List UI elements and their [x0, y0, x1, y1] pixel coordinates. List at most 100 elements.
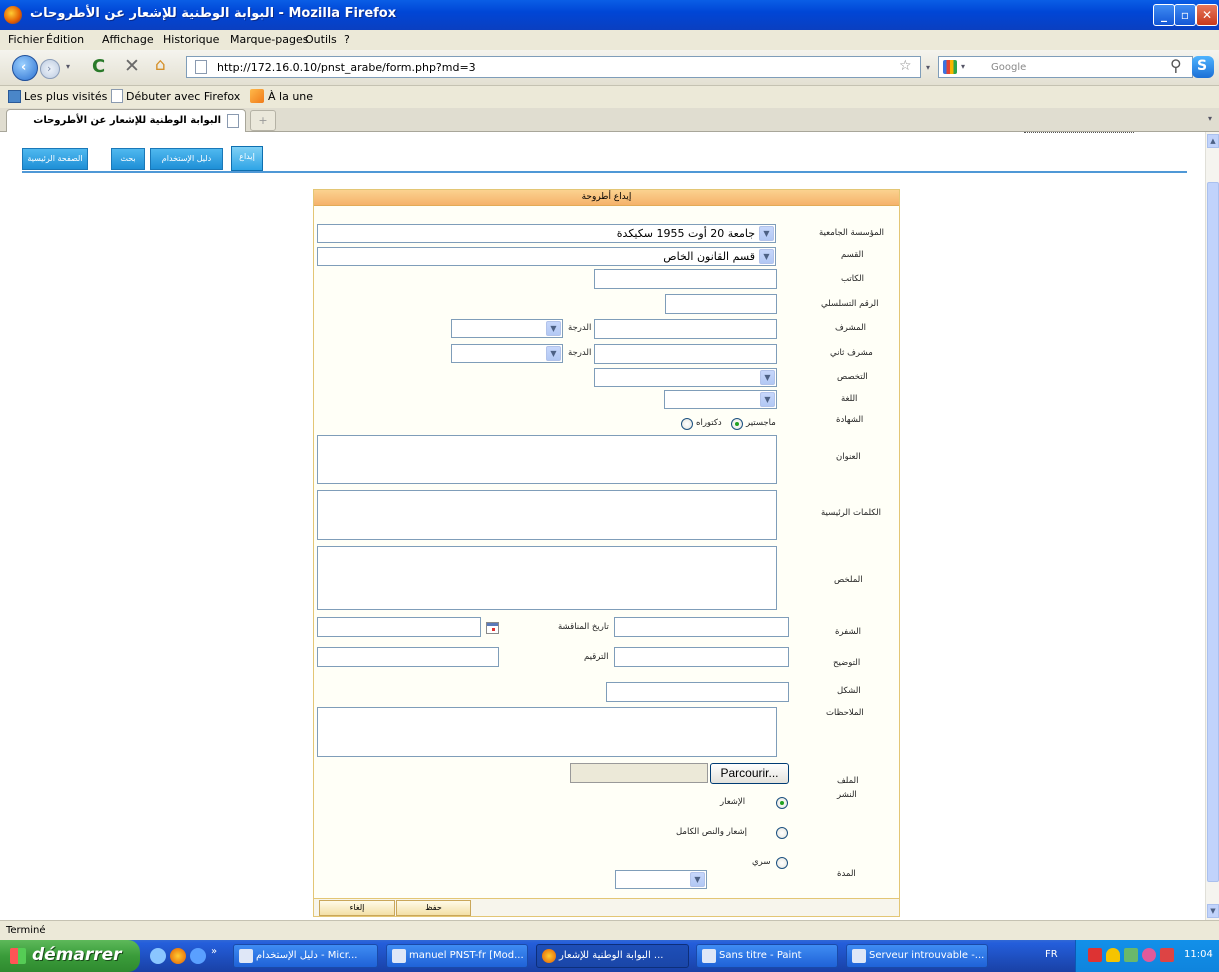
browser-tab[interactable]: البوابة الوطنية للإشعار عن الأطروحات: [6, 109, 246, 132]
institution-select[interactable]: جامعة 20 أوت 1955 سكيكدة ▼: [317, 224, 776, 243]
publish-notice-radio[interactable]: [776, 797, 788, 809]
defense-date-input[interactable]: [317, 617, 481, 637]
new-tab-button[interactable]: +: [250, 110, 276, 131]
maximize-button[interactable]: ▫: [1174, 4, 1196, 26]
home-icon[interactable]: ⌂: [155, 55, 166, 75]
abstract-textarea[interactable]: [317, 546, 777, 610]
search-magnifier-icon[interactable]: ⚲: [1170, 56, 1182, 75]
browse-button[interactable]: Parcourir...: [710, 763, 789, 784]
publish-fulltext-radio[interactable]: [776, 827, 788, 839]
supervisor-input[interactable]: [594, 319, 777, 339]
forward-arrow-icon: ›: [47, 62, 52, 75]
url-dropdown-icon[interactable]: ▾: [926, 63, 930, 72]
site-tab-deposit[interactable]: إيداع: [231, 146, 263, 171]
menu-file[interactable]: Fichier: [8, 33, 44, 46]
save-button[interactable]: حفظ: [396, 900, 471, 916]
task-server-error[interactable]: Serveur introuvable -...: [846, 944, 988, 968]
addon-icon[interactable]: S: [1192, 56, 1214, 78]
tray-messenger-icon[interactable]: [1142, 948, 1156, 962]
cosupervisor-input[interactable]: [594, 344, 777, 364]
scroll-up-icon[interactable]: ▲: [1207, 134, 1219, 148]
task-firefox[interactable]: البوابة الوطنية للإشعار ...: [536, 944, 689, 968]
supervisor-rank-select[interactable]: ▼: [451, 319, 563, 338]
clarification-input[interactable]: [614, 647, 789, 667]
file-path-field[interactable]: [570, 763, 708, 783]
firefox-icon: [542, 949, 556, 963]
shape-input[interactable]: [606, 682, 789, 702]
bookmark-getting-started[interactable]: Débuter avec Firefox: [126, 90, 240, 103]
bookmark-most-visited[interactable]: Les plus visités: [24, 90, 107, 103]
bookmark-star-icon[interactable]: ☆: [899, 58, 912, 74]
department-select[interactable]: قسم القانون الخاص ▼: [317, 247, 776, 266]
duration-select[interactable]: ▼: [615, 870, 707, 889]
menu-bookmarks[interactable]: Marque-pages: [230, 33, 308, 46]
menu-view[interactable]: Affichage: [102, 33, 154, 46]
language-select[interactable]: ▼: [664, 390, 777, 409]
menu-help[interactable]: ?: [344, 33, 350, 46]
tray-antivirus-icon[interactable]: [1160, 948, 1174, 962]
engine-dropdown-icon[interactable]: ▾: [961, 62, 965, 71]
stop-icon[interactable]: ✕: [124, 55, 140, 77]
scroll-down-icon[interactable]: ▼: [1207, 904, 1219, 918]
windows-taskbar: démarrer » دليل الإستخدام - Micr... manu…: [0, 940, 1219, 972]
numbering-input[interactable]: [317, 647, 499, 667]
vertical-scrollbar[interactable]: ▲ ▼: [1205, 132, 1219, 920]
tray-network-icon[interactable]: [1088, 948, 1102, 962]
task-paint[interactable]: Sans titre - Paint: [696, 944, 838, 968]
start-button[interactable]: démarrer: [0, 940, 140, 972]
author-input[interactable]: [594, 269, 777, 289]
site-tab-guide[interactable]: دليل الإستخدام: [150, 148, 223, 170]
specialty-select[interactable]: ▼: [594, 368, 777, 387]
diploma-doctorate-radio[interactable]: [681, 418, 693, 430]
minimize-button[interactable]: _: [1153, 4, 1175, 26]
diploma-masters-radio[interactable]: [731, 418, 743, 430]
publish-secret-radio[interactable]: [776, 857, 788, 869]
scrollbar-thumb[interactable]: [1207, 182, 1219, 882]
label-supervisor: المشرف: [835, 323, 866, 333]
language-indicator[interactable]: FR: [1045, 949, 1058, 960]
label-keywords: الكلمات الرئيسية: [821, 508, 881, 518]
search-input[interactable]: ▾ Google: [938, 56, 1193, 78]
diploma-option-doctorate: دكتوراه: [696, 418, 722, 428]
site-tab-home[interactable]: الصفحة الرئيسية: [22, 148, 88, 170]
close-button[interactable]: ✕: [1196, 4, 1218, 26]
quicklaunch-browser-icon[interactable]: [190, 948, 206, 964]
menu-tools[interactable]: Outils: [305, 33, 337, 46]
bookmark-news[interactable]: À la une: [268, 90, 313, 103]
code-input[interactable]: [614, 617, 789, 637]
back-button[interactable]: ‹: [12, 55, 38, 81]
bookmarks-toolbar: Les plus visités Débuter avec Firefox À …: [0, 87, 1219, 107]
quicklaunch-firefox-icon[interactable]: [170, 948, 186, 964]
label-specialty: التخصص: [837, 372, 868, 382]
notes-textarea[interactable]: [317, 707, 777, 757]
tab-strip: البوابة الوطنية للإشعار عن الأطروحات + ▾: [0, 108, 1219, 132]
page-top-artifact: [1024, 132, 1134, 136]
cosupervisor-rank-select[interactable]: ▼: [451, 344, 563, 363]
calendar-icon[interactable]: [486, 622, 499, 634]
reload-icon[interactable]: C: [92, 56, 105, 77]
task-word-manual[interactable]: manuel PNST-fr [Mod...: [386, 944, 528, 968]
menu-history[interactable]: Historique: [163, 33, 219, 46]
institution-value: جامعة 20 أوت 1955 سكيكدة: [616, 227, 755, 240]
tray-device-icon[interactable]: [1124, 948, 1138, 962]
back-arrow-icon: ‹: [21, 60, 27, 75]
forward-button[interactable]: ›: [40, 59, 60, 79]
task-word-guide[interactable]: دليل الإستخدام - Micr...: [233, 944, 378, 968]
tray-security-icon[interactable]: [1106, 948, 1120, 962]
menu-edit[interactable]: Édition: [46, 33, 84, 46]
chevron-down-icon: ▼: [760, 392, 775, 407]
form-body: المؤسسة الجامعية جامعة 20 أوت 1955 سكيكد…: [314, 206, 899, 898]
quicklaunch-ie-icon[interactable]: [150, 948, 166, 964]
site-tab-search[interactable]: بحث: [111, 148, 145, 170]
address-bar[interactable]: http://172.16.0.10/pnst_arabe/form.php?m…: [186, 56, 921, 78]
history-dropdown-icon[interactable]: ▾: [66, 62, 70, 71]
title-textarea[interactable]: [317, 435, 777, 484]
cancel-button[interactable]: إلغاء: [319, 900, 395, 916]
keywords-textarea[interactable]: [317, 490, 777, 540]
google-engine-icon[interactable]: [943, 60, 957, 74]
quicklaunch-more-icon[interactable]: »: [211, 946, 217, 957]
clock: 11:04: [1184, 949, 1213, 960]
chevron-down-icon: ▼: [759, 249, 774, 264]
serial-input[interactable]: [665, 294, 777, 314]
tab-list-icon[interactable]: ▾: [1208, 114, 1212, 123]
